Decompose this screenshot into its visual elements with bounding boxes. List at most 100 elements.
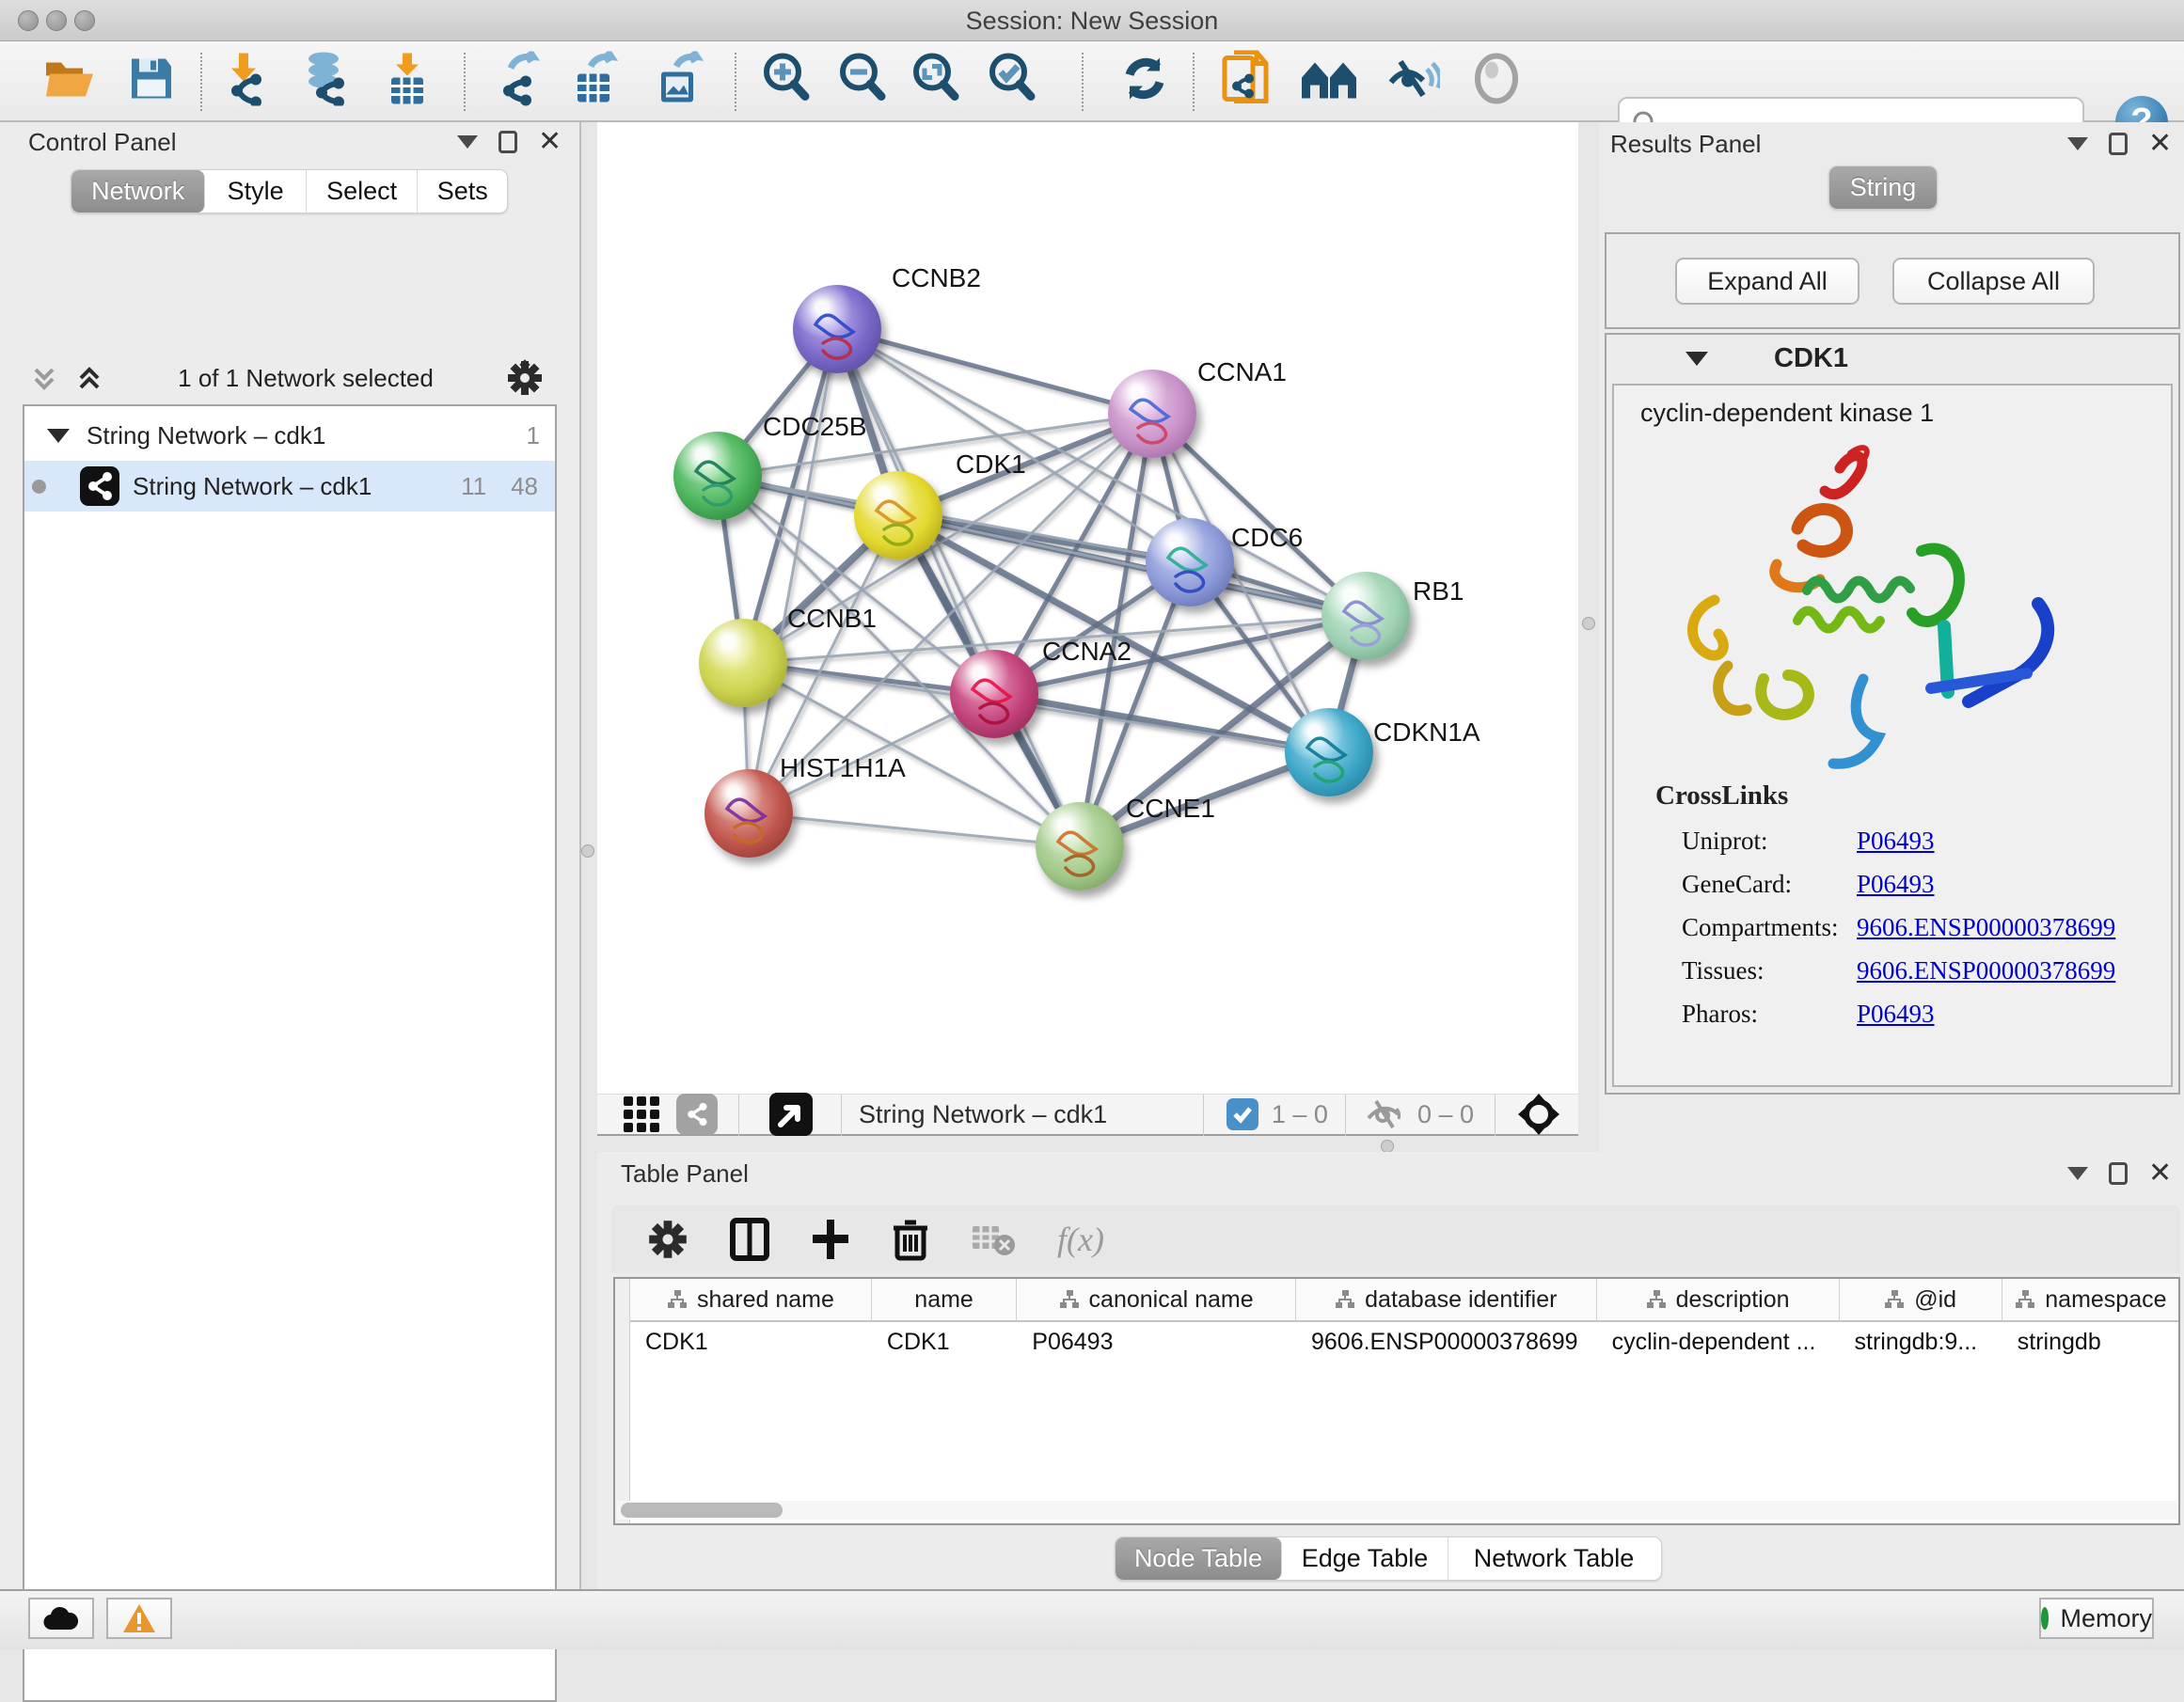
column-header-database-identifier[interactable]: database identifier bbox=[1296, 1279, 1597, 1320]
import-table-file-icon[interactable] bbox=[384, 52, 431, 111]
column-header-canonical-name[interactable]: canonical name bbox=[1017, 1279, 1296, 1320]
export-network-icon[interactable] bbox=[492, 52, 545, 111]
tab-select[interactable]: Select bbox=[307, 170, 418, 213]
network-row[interactable]: String Network – cdk1 11 48 bbox=[24, 461, 555, 512]
network-node-ccnb2[interactable] bbox=[793, 285, 881, 373]
import-network-database-icon[interactable] bbox=[297, 52, 350, 111]
string-home-icon[interactable] bbox=[1300, 55, 1358, 107]
panel-menu-icon[interactable] bbox=[2067, 1167, 2088, 1180]
column-header-namespace[interactable]: namespace bbox=[2002, 1279, 2180, 1320]
tab-edge-table[interactable]: Edge Table bbox=[1282, 1537, 1448, 1580]
panel-close-icon[interactable]: ✕ bbox=[2148, 1162, 2172, 1185]
table-cell[interactable]: cyclin-dependent ... bbox=[1597, 1322, 1840, 1362]
network-node-cdc25b[interactable] bbox=[673, 432, 762, 520]
expand-all-icon[interactable] bbox=[73, 362, 105, 394]
table-cell[interactable]: stringdb:9... bbox=[1840, 1322, 2002, 1362]
column-header-shared-name[interactable]: shared name bbox=[630, 1279, 872, 1320]
network-node-cdc6[interactable] bbox=[1146, 518, 1234, 607]
crosslink-link[interactable]: P06493 bbox=[1857, 870, 1935, 899]
gene-header-row[interactable]: CDK1 bbox=[1606, 335, 2178, 382]
memory-status-icon bbox=[2041, 1607, 2049, 1630]
network-node-cdkn1a[interactable] bbox=[1285, 708, 1373, 796]
column-header-name[interactable]: name bbox=[872, 1279, 1017, 1320]
right-splitter-handle[interactable] bbox=[1582, 617, 1595, 630]
gear-icon[interactable] bbox=[647, 1219, 688, 1260]
tab-node-table[interactable]: Node Table bbox=[1116, 1537, 1282, 1580]
show-columns-icon[interactable] bbox=[730, 1218, 769, 1261]
grid-view-icon[interactable] bbox=[622, 1095, 661, 1134]
horizontal-splitter-handle[interactable] bbox=[1381, 1140, 1394, 1153]
left-splitter-handle[interactable] bbox=[581, 844, 594, 858]
open-session-icon[interactable] bbox=[42, 55, 97, 107]
zoom-fit-icon[interactable] bbox=[910, 52, 964, 111]
tab-network-table[interactable]: Network Table bbox=[1448, 1537, 1659, 1580]
tab-network[interactable]: Network bbox=[71, 170, 205, 213]
column-header-description[interactable]: description bbox=[1597, 1279, 1840, 1320]
panel-float-icon[interactable] bbox=[2109, 133, 2128, 155]
crosslink-link[interactable]: P06493 bbox=[1857, 1000, 1935, 1029]
network-node-ccna2[interactable] bbox=[950, 650, 1038, 738]
network-view-toolbar: String Network – cdk1 1 – 0 0 – 0 bbox=[597, 1094, 1578, 1136]
selected-nodes-checkbox[interactable] bbox=[1227, 1098, 1258, 1130]
network-node-ccna1[interactable] bbox=[1108, 370, 1196, 458]
save-session-icon[interactable] bbox=[128, 55, 175, 107]
refresh-icon[interactable] bbox=[1118, 53, 1171, 110]
panel-close-icon[interactable]: ✕ bbox=[2148, 133, 2172, 155]
table-row[interactable]: CDK1CDK1P064939606.ENSP00000378699cyclin… bbox=[630, 1322, 2180, 1362]
table-cell[interactable]: stringdb bbox=[2002, 1322, 2180, 1362]
panel-float-icon[interactable] bbox=[499, 131, 517, 153]
import-network-file-icon[interactable] bbox=[218, 52, 269, 111]
panel-close-icon[interactable]: ✕ bbox=[538, 131, 562, 153]
collapse-all-icon[interactable] bbox=[28, 362, 60, 394]
crosslink-link[interactable]: 9606.ENSP00000378699 bbox=[1857, 913, 2115, 942]
network-view-canvas[interactable]: CCNB2CCNA1CDC25BCDK1CDC6RB1CCNB1CCNA2CDK… bbox=[597, 122, 1578, 1094]
zoom-out-icon[interactable] bbox=[836, 52, 891, 111]
gear-icon[interactable] bbox=[506, 359, 544, 397]
collapse-gene-icon[interactable] bbox=[1685, 352, 1708, 366]
network-collection-row[interactable]: String Network – cdk1 1 bbox=[24, 410, 555, 461]
node-structure-thumbnail bbox=[673, 432, 762, 520]
network-node-ccnb1[interactable] bbox=[699, 619, 787, 707]
network-file-manager-icon[interactable] bbox=[1221, 51, 1270, 112]
scrollbar-thumb[interactable] bbox=[621, 1503, 783, 1518]
tab-style[interactable]: Style bbox=[205, 170, 307, 213]
network-node-ccne1[interactable] bbox=[1036, 802, 1124, 890]
network-node-cdk1[interactable] bbox=[854, 471, 942, 559]
table-cell[interactable]: 9606.ENSP00000378699 bbox=[1296, 1322, 1597, 1362]
tab-string[interactable]: String bbox=[1829, 166, 1937, 209]
memory-button[interactable]: Memory bbox=[2039, 1598, 2154, 1639]
crosslinks-heading: CrossLinks bbox=[1655, 780, 2171, 812]
table-cell[interactable]: CDK1 bbox=[630, 1322, 872, 1362]
network-edge[interactable] bbox=[837, 329, 1152, 414]
table-cell[interactable]: CDK1 bbox=[872, 1322, 1017, 1362]
export-table-icon[interactable] bbox=[570, 52, 621, 111]
cloud-button[interactable] bbox=[28, 1598, 94, 1639]
export-image-icon[interactable] bbox=[654, 52, 704, 111]
table-cell[interactable]: P06493 bbox=[1017, 1322, 1296, 1362]
node-table[interactable]: shared namenamecanonical namedatabase id… bbox=[613, 1277, 2180, 1525]
table-hscrollbar[interactable] bbox=[617, 1501, 2176, 1520]
panel-menu-icon[interactable] bbox=[457, 135, 478, 149]
share-view-icon[interactable] bbox=[676, 1094, 718, 1135]
collapse-all-button[interactable]: Collapse All bbox=[1892, 258, 2095, 305]
detach-view-icon[interactable] bbox=[769, 1093, 813, 1136]
warning-button[interactable] bbox=[106, 1598, 172, 1639]
expand-all-button[interactable]: Expand All bbox=[1675, 258, 1860, 305]
hide-unhide-icon[interactable] bbox=[1385, 55, 1440, 108]
column-header--id[interactable]: @id bbox=[1840, 1279, 2002, 1320]
crosslink-link[interactable]: 9606.ENSP00000378699 bbox=[1857, 956, 2115, 985]
hidden-eye-icon[interactable] bbox=[1363, 1097, 1404, 1131]
crosslink-label: Uniprot: bbox=[1682, 827, 1768, 856]
add-column-icon[interactable] bbox=[811, 1218, 850, 1261]
panel-float-icon[interactable] bbox=[2109, 1162, 2128, 1185]
network-node-rb1[interactable] bbox=[1321, 572, 1410, 660]
birdseye-icon[interactable] bbox=[1516, 1092, 1561, 1137]
delete-column-icon[interactable] bbox=[892, 1217, 929, 1262]
zoom-in-icon[interactable] bbox=[760, 52, 815, 111]
tab-sets[interactable]: Sets bbox=[418, 170, 507, 213]
tree-expander-icon[interactable] bbox=[47, 429, 70, 443]
crosslink-link[interactable]: P06493 bbox=[1857, 827, 1935, 856]
gray-eye-icon bbox=[1471, 54, 1522, 109]
panel-menu-icon[interactable] bbox=[2067, 137, 2088, 150]
zoom-selected-icon[interactable] bbox=[986, 52, 1040, 111]
